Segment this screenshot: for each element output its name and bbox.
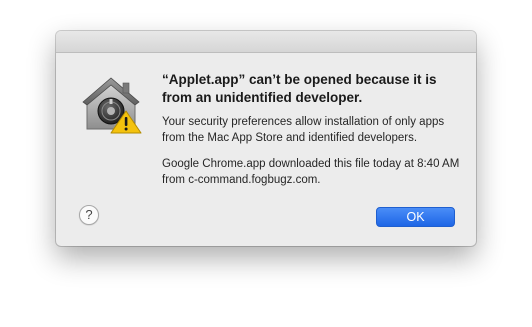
title-bar[interactable]	[56, 31, 476, 53]
download-source-info: Google Chrome.app downloaded this file t…	[162, 158, 460, 186]
help-button[interactable]: ?	[79, 205, 99, 225]
ok-button[interactable]: OK	[376, 207, 455, 227]
house-lock-warning-icon	[82, 77, 142, 134]
screen: “Applet.app” can’t be opened because it …	[0, 0, 532, 327]
dialog-title: “Applet.app” can’t be opened because it …	[162, 72, 437, 105]
dialog-message: Your security preferences allow installa…	[162, 116, 445, 144]
dialog-content: “Applet.app” can’t be opened because it …	[162, 71, 462, 188]
alert-dialog: “Applet.app” can’t be opened because it …	[56, 31, 476, 246]
gatekeeper-warning-icon	[81, 75, 143, 135]
